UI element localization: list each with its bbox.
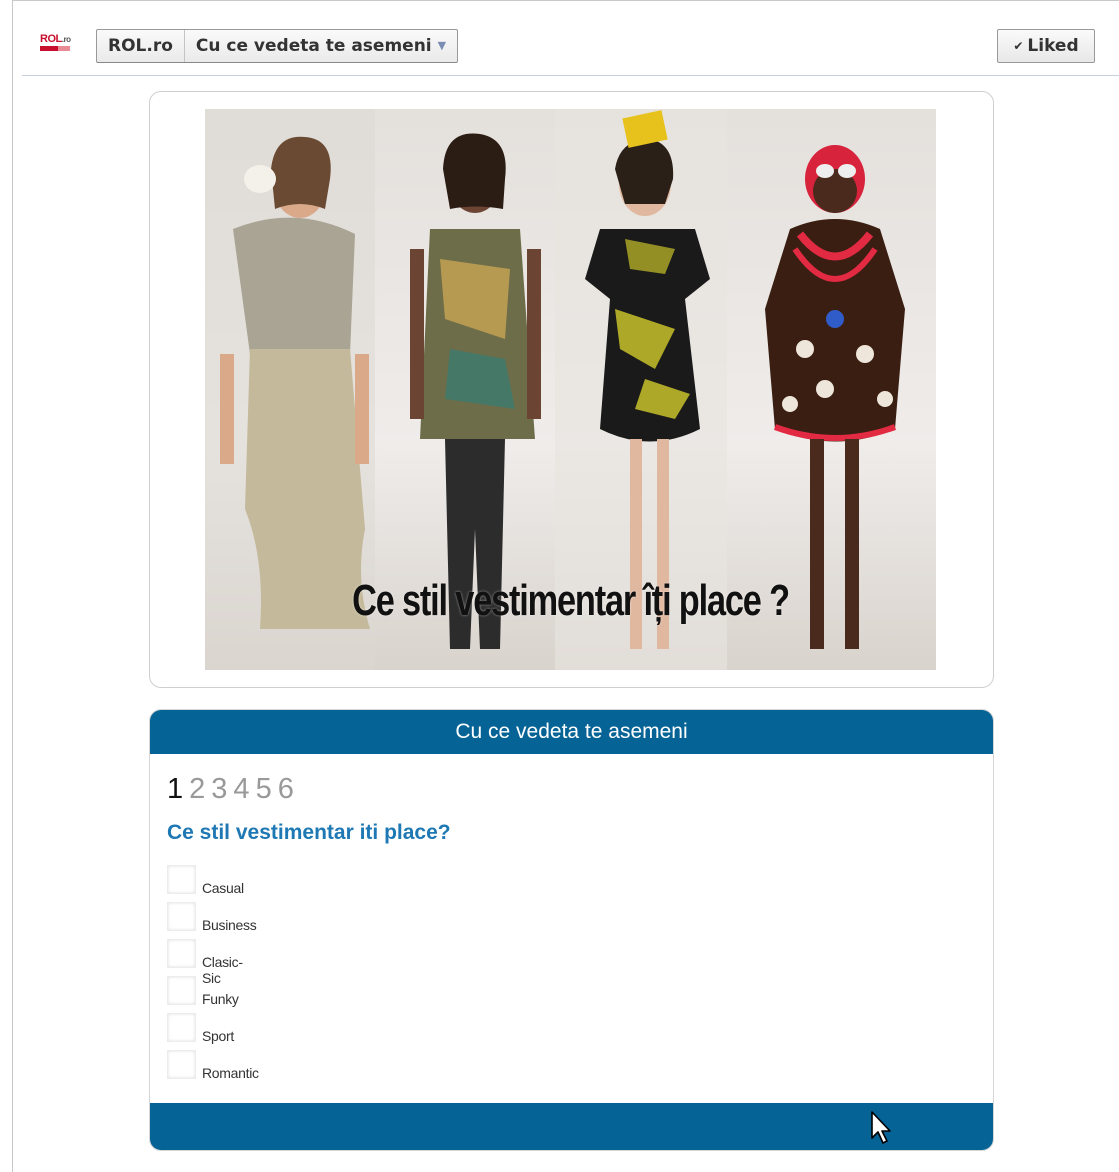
rol-logo[interactable]: ROL.ro xyxy=(40,34,82,54)
breadcrumb-app-dropdown[interactable]: Cu ce vedeta te asemeni ▼ xyxy=(183,30,457,62)
page-link-4[interactable]: 4 xyxy=(233,773,249,805)
image-card: Ce stil vestimentar îți place ? xyxy=(149,91,994,688)
option-checkbox[interactable] xyxy=(167,1013,196,1042)
option-checkbox[interactable] xyxy=(167,902,196,931)
option-checkbox[interactable] xyxy=(167,1050,196,1079)
quiz-pager: 123456 xyxy=(167,773,300,806)
breadcrumb-app-label: Cu ce vedeta te asemeni xyxy=(195,36,432,56)
question-text: Ce stil vestimentar iti place? xyxy=(167,821,451,844)
option-label: Funky xyxy=(202,991,239,1007)
breadcrumb: ROL.ro Cu ce vedeta te asemeni ▼ xyxy=(96,29,459,63)
option-checkbox[interactable] xyxy=(167,865,196,894)
page-header: ROL.ro ROL.ro Cu ce vedeta te asemeni ▼ ✔… xyxy=(22,28,1119,76)
option-checkbox[interactable] xyxy=(167,939,196,968)
option-label: Business xyxy=(202,917,257,933)
option-checkbox[interactable] xyxy=(167,976,196,1005)
photo-caption: Ce stil vestimentar îți place ? xyxy=(352,576,790,625)
page-link-1[interactable]: 1 xyxy=(167,773,183,805)
checkmark-icon: ✔ xyxy=(1013,39,1024,53)
breadcrumb-site-link[interactable]: ROL.ro xyxy=(97,30,184,62)
option-label: Romantic xyxy=(202,1065,259,1081)
quiz-footer xyxy=(150,1103,993,1150)
option-label: Casual xyxy=(202,880,244,896)
liked-label: Liked xyxy=(1027,36,1079,56)
runway-photo: Ce stil vestimentar îți place ? xyxy=(205,109,936,670)
option-label: Clasic-Sic xyxy=(202,954,243,986)
quiz-panel: Cu ce vedeta te asemeni 123456 Ce stil v… xyxy=(149,709,994,1151)
page-link-3[interactable]: 3 xyxy=(211,773,227,805)
liked-button[interactable]: ✔ Liked xyxy=(997,29,1095,63)
option-label: Sport xyxy=(202,1028,234,1044)
mouse-pointer-icon xyxy=(871,1111,891,1144)
page-link-2[interactable]: 2 xyxy=(189,773,205,805)
page-link-6[interactable]: 6 xyxy=(278,773,294,805)
caret-down-icon: ▼ xyxy=(437,39,447,52)
quiz-title: Cu ce vedeta te asemeni xyxy=(150,710,993,754)
page-link-5[interactable]: 5 xyxy=(256,773,272,805)
